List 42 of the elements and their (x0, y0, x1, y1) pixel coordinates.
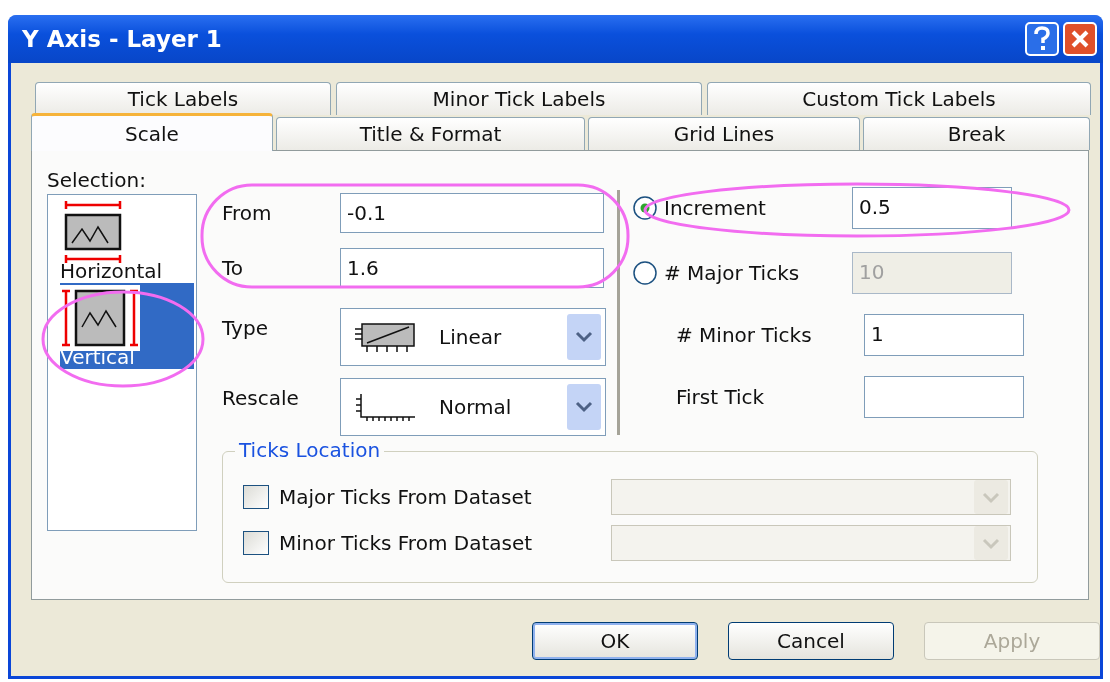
selection-item[interactable]: Horizontal (60, 197, 194, 283)
field-label: To (222, 256, 245, 280)
input-field[interactable]: 1.6 (340, 248, 604, 288)
selection-item[interactable]: Vertical (60, 283, 194, 369)
close-icon[interactable] (1063, 22, 1097, 56)
dropdown[interactable]: Linear (340, 308, 606, 366)
tab[interactable]: Title & Format (276, 117, 585, 150)
radio-button[interactable] (632, 195, 658, 221)
chevron-down-icon[interactable] (567, 384, 601, 430)
tab[interactable]: Scale (31, 113, 273, 151)
input-field[interactable]: -0.1 (340, 193, 604, 233)
field-label: Type (222, 315, 269, 342)
dropdown[interactable]: Normal (340, 378, 606, 436)
chevron-down-icon (974, 526, 1008, 560)
checkbox-label: Major Ticks From Dataset (279, 485, 533, 509)
input-field[interactable]: 1 (864, 314, 1024, 356)
input-field[interactable]: 0.5 (852, 187, 1012, 229)
dialog-button[interactable]: OK (532, 622, 698, 660)
linear-scale-icon (353, 321, 417, 353)
checkbox-label: Minor Ticks From Dataset (279, 531, 534, 555)
selection-label: Selection: (47, 168, 147, 194)
field-label: # Minor Ticks (675, 323, 813, 347)
chevron-down-icon[interactable] (567, 314, 601, 360)
field-label: Rescale (222, 385, 300, 412)
help-icon[interactable] (1025, 22, 1059, 56)
field-label: From (222, 201, 273, 225)
field-label: # Major Ticks (664, 261, 801, 285)
axis-icon (353, 391, 417, 423)
window-title: Y Axis - Layer 1 (22, 26, 222, 52)
tab[interactable]: Break (863, 117, 1090, 150)
field-label: Increment (664, 196, 767, 220)
vertical-axis-icon (60, 285, 140, 351)
dialog-button[interactable]: Cancel (728, 622, 894, 660)
field-label: First Tick (675, 385, 766, 409)
chevron-down-icon (974, 480, 1008, 514)
checkbox[interactable] (243, 531, 269, 555)
input-field[interactable] (864, 376, 1024, 418)
tab[interactable]: Custom Tick Labels (707, 82, 1091, 115)
checkbox[interactable] (243, 485, 269, 509)
tab[interactable]: Grid Lines (588, 117, 860, 150)
tab[interactable]: Minor Tick Labels (336, 82, 702, 115)
tab[interactable]: Tick Labels (35, 82, 331, 115)
